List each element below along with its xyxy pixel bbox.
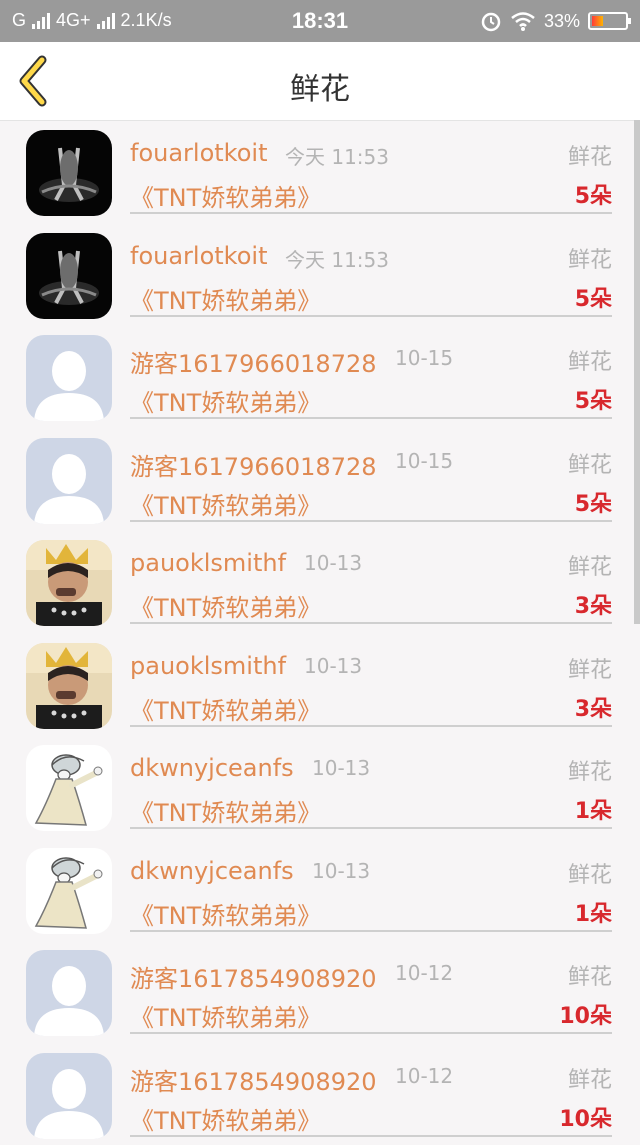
timestamp: 10-13: [304, 551, 362, 575]
avatar[interactable]: [26, 950, 112, 1036]
gift-count: 10朵: [559, 998, 612, 1030]
timestamp: 10-13: [312, 859, 370, 883]
list-item[interactable]: fouarlotkoit 今天 11:53 鲜花《TNT娇软弟弟》 5朵: [0, 223, 640, 326]
scrollbar[interactable]: [634, 120, 640, 624]
work-title[interactable]: 《TNT娇软弟弟》: [130, 588, 321, 623]
list-item[interactable]: 游客1617854908920 10-12 鲜花《TNT娇软弟弟》 10朵: [0, 940, 640, 1043]
gift-type: 鲜花: [568, 754, 612, 786]
list-item[interactable]: 游客1617966018728 10-15 鲜花《TNT娇软弟弟》 5朵: [0, 428, 640, 531]
avatar[interactable]: [26, 643, 112, 729]
user-name[interactable]: 游客1617966018728: [130, 447, 377, 482]
avatar[interactable]: [26, 233, 112, 319]
avatar[interactable]: [26, 745, 112, 831]
work-title[interactable]: 《TNT娇软弟弟》: [130, 383, 321, 418]
avatar[interactable]: [26, 540, 112, 626]
gift-type: 鲜花: [568, 959, 612, 991]
timestamp: 今天 11:53: [285, 244, 389, 273]
timestamp: 今天 11:53: [285, 141, 389, 170]
gift-type: 鲜花: [568, 447, 612, 479]
divider: [130, 315, 612, 317]
gift-type: 鲜花: [568, 139, 612, 171]
divider: [130, 930, 612, 932]
timestamp: 10-15: [395, 346, 453, 370]
header: 鲜花: [0, 42, 640, 121]
gift-type: 鲜花: [568, 242, 612, 274]
gift-count: 5朵: [575, 281, 612, 313]
divider: [130, 725, 612, 727]
page-title: 鲜花: [0, 64, 640, 108]
gift-type: 鲜花: [568, 1062, 612, 1094]
gift-type: 鲜花: [568, 857, 612, 889]
list-item[interactable]: pauoklsmithf 10-13 鲜花《TNT娇软弟弟》 3朵: [0, 530, 640, 633]
avatar[interactable]: [26, 130, 112, 216]
avatar[interactable]: [26, 848, 112, 934]
list-item[interactable]: 游客1617854908920 10-12 鲜花《TNT娇软弟弟》 10朵: [0, 1043, 640, 1145]
divider: [130, 1135, 612, 1137]
work-title[interactable]: 《TNT娇软弟弟》: [130, 896, 321, 931]
timestamp: 10-13: [304, 654, 362, 678]
list-item[interactable]: pauoklsmithf 10-13 鲜花《TNT娇软弟弟》 3朵: [0, 633, 640, 736]
gift-type: 鲜花: [568, 344, 612, 376]
divider: [130, 827, 612, 829]
user-name[interactable]: 游客1617854908920: [130, 959, 377, 994]
battery-label: 33%: [544, 11, 580, 32]
user-name[interactable]: 游客1617966018728: [130, 344, 377, 379]
user-name[interactable]: pauoklsmithf: [130, 652, 286, 680]
avatar[interactable]: [26, 438, 112, 524]
gift-type: 鲜花: [568, 652, 612, 684]
wifi-icon: [510, 11, 536, 31]
timestamp: 10-13: [312, 756, 370, 780]
gift-count: 3朵: [575, 588, 612, 620]
timestamp: 10-15: [395, 449, 453, 473]
status-bar: G 4G+ 2.1K/s 18:31 33%: [0, 0, 640, 42]
alarm-icon: [480, 10, 502, 32]
work-title[interactable]: 《TNT娇软弟弟》: [130, 691, 321, 726]
gift-type: 鲜花: [568, 549, 612, 581]
gift-count: 10朵: [559, 1101, 612, 1133]
timestamp: 10-12: [395, 1064, 453, 1088]
work-title[interactable]: 《TNT娇软弟弟》: [130, 793, 321, 828]
battery-icon: [588, 12, 628, 30]
work-title[interactable]: 《TNT娇软弟弟》: [130, 1101, 321, 1136]
gift-count: 1朵: [575, 793, 612, 825]
avatar[interactable]: [26, 1053, 112, 1139]
gift-count: 1朵: [575, 896, 612, 928]
user-name[interactable]: dkwnyjceanfs: [130, 857, 294, 885]
list-item[interactable]: 游客1617966018728 10-15 鲜花《TNT娇软弟弟》 5朵: [0, 325, 640, 428]
user-name[interactable]: fouarlotkoit: [130, 139, 267, 167]
user-name[interactable]: fouarlotkoit: [130, 242, 267, 270]
divider: [130, 1032, 612, 1034]
list-item[interactable]: fouarlotkoit 今天 11:53 鲜花《TNT娇软弟弟》 5朵: [0, 120, 640, 223]
list-item[interactable]: dkwnyjceanfs 10-13 鲜花《TNT娇软弟弟》 1朵: [0, 735, 640, 838]
flower-list: fouarlotkoit今天 11:53鲜花《TNT娇软弟弟》5朵fouarlo…: [0, 120, 640, 1145]
user-name[interactable]: dkwnyjceanfs: [130, 754, 294, 782]
timestamp: 10-12: [395, 961, 453, 985]
work-title[interactable]: 《TNT娇软弟弟》: [130, 486, 321, 521]
work-title[interactable]: 《TNT娇软弟弟》: [130, 998, 321, 1033]
user-name[interactable]: 游客1617854908920: [130, 1062, 377, 1097]
divider: [130, 212, 612, 214]
work-title[interactable]: 《TNT娇软弟弟》: [130, 281, 321, 316]
divider: [130, 520, 612, 522]
avatar[interactable]: [26, 335, 112, 421]
list-item[interactable]: dkwnyjceanfs 10-13 鲜花《TNT娇软弟弟》 1朵: [0, 838, 640, 941]
gift-count: 5朵: [575, 178, 612, 210]
divider: [130, 417, 612, 419]
work-title[interactable]: 《TNT娇软弟弟》: [130, 178, 321, 213]
gift-count: 3朵: [575, 691, 612, 723]
divider: [130, 622, 612, 624]
user-name[interactable]: pauoklsmithf: [130, 549, 286, 577]
gift-count: 5朵: [575, 383, 612, 415]
gift-count: 5朵: [575, 486, 612, 518]
status-right: 33%: [480, 10, 628, 32]
